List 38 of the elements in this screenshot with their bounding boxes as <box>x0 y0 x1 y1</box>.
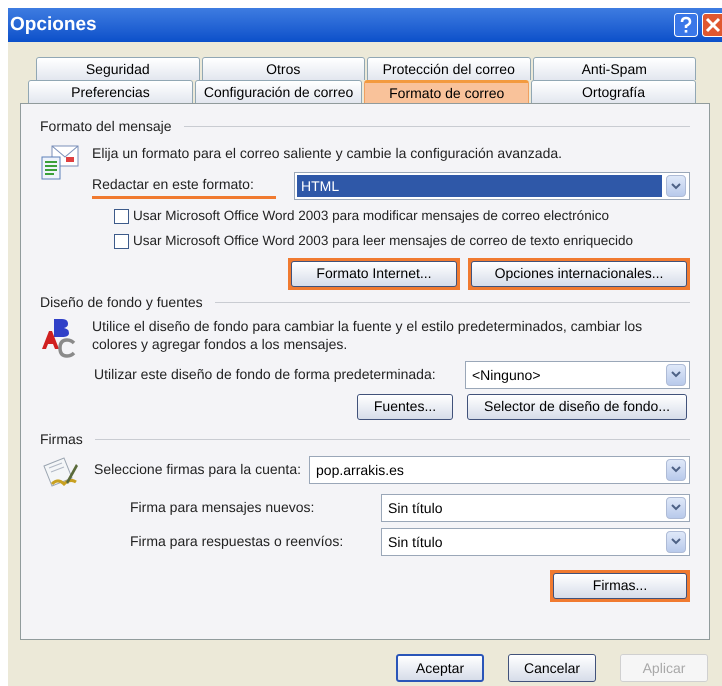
checkbox[interactable] <box>114 234 129 249</box>
checkbox-label: Usar Microsoft Office Word 2003 para modificar mensajes de correo electrónico <box>133 207 609 225</box>
section-heading: Firmas <box>40 430 83 448</box>
field-label: Firma para respuestas o reenvíos: <box>130 532 344 551</box>
envelope-document-icon <box>40 143 80 181</box>
dialog-button[interactable]: Firmas... <box>553 572 687 598</box>
dialog-button[interactable]: Selector de diseño de fondo... <box>467 394 687 420</box>
dropdown-field[interactable]: Sin título <box>381 528 690 556</box>
checkbox-label: Usar Microsoft Office Word 2003 para leer mensajes de correo de texto enriquecido <box>133 232 634 250</box>
help-icon[interactable] <box>674 13 698 37</box>
dialog-button[interactable]: Aceptar <box>396 654 484 682</box>
window-title: Opciones <box>10 12 97 37</box>
tab[interactable]: Otros <box>202 57 365 80</box>
description-text: Utilice el diseño de fondo para cambiar la fuente y el estilo predeterminados, cambiar los colores y agregar fondos a los mensajes. <box>92 316 644 352</box>
dropdown-field[interactable]: HTML <box>294 172 690 200</box>
checkbox[interactable] <box>114 208 129 224</box>
field-label: Redactar en este formato: <box>92 174 276 198</box>
field-label: Firma para mensajes nuevos: <box>130 498 314 517</box>
close-icon[interactable] <box>702 13 722 37</box>
section-heading: Formato del mensaje <box>40 117 172 136</box>
dropdown-field[interactable]: <Ninguno> <box>465 360 690 388</box>
dialog-button[interactable]: Cancelar <box>508 654 596 682</box>
tab[interactable]: Ortografía <box>531 80 696 103</box>
dialog-button[interactable]: Opciones internacionales... <box>471 260 687 286</box>
dropdown-field[interactable]: Sin título <box>381 494 690 522</box>
tab[interactable]: Formato de correo <box>364 80 530 103</box>
description-text: Elija un formato para el correo saliente y cambie la configuración avanzada. <box>92 144 564 163</box>
dropdown-field[interactable]: pop.arrakis.es <box>309 456 690 484</box>
section-heading: Diseño de fondo y fuentes <box>40 292 203 312</box>
tab[interactable]: Seguridad <box>36 57 200 80</box>
field-label: Utilizar este diseño de fondo de forma predeterminada: <box>94 365 436 384</box>
tab[interactable]: Configuración de correo <box>194 80 362 103</box>
tab[interactable]: Protección del correo <box>367 57 530 80</box>
field-label: Seleccione firmas para la cuenta: <box>94 460 301 479</box>
tab[interactable]: Preferencias <box>28 80 193 103</box>
dialog-button[interactable]: Fuentes... <box>357 394 453 420</box>
tab[interactable]: Anti-Spam <box>532 57 696 80</box>
dialog-button[interactable]: Formato Internet... <box>291 260 457 286</box>
